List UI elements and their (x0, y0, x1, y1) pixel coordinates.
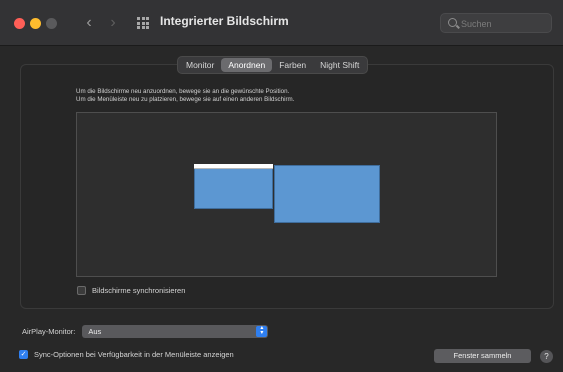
arrange-instructions: Um die Bildschirme neu anzuordnen, beweg… (76, 88, 294, 104)
mirror-displays-row: Bildschirme synchronisieren (77, 286, 185, 295)
airplay-row: AirPlay-Monitor: Aus ▴ ▾ (22, 325, 269, 338)
sync-options-label: Sync-Optionen bei Verfügbarkeit in der M… (34, 350, 234, 359)
tab-farben[interactable]: Farben (272, 58, 313, 72)
search-icon (448, 18, 457, 27)
menu-bar-handle[interactable] (194, 164, 273, 169)
arrange-hint-line-1: Um die Bildschirme neu anzuordnen, beweg… (76, 88, 290, 95)
chevron-updown-icon: ▴ ▾ (256, 325, 268, 337)
help-button[interactable]: ? (540, 350, 553, 363)
close-window-button[interactable] (14, 18, 25, 29)
airplay-label: AirPlay-Monitor: (22, 327, 76, 336)
minimize-window-button[interactable] (30, 18, 41, 29)
back-arrow-icon[interactable]: ‹ (80, 14, 98, 32)
forward-arrow-icon[interactable]: › (104, 14, 122, 32)
arrange-hint-line-2: Um die Menüleiste neu zu platzieren, bew… (76, 96, 295, 103)
show-all-grid-icon[interactable] (137, 17, 149, 29)
title-bar: ‹ › Integrierter Bildschirm (0, 0, 563, 46)
zoom-window-button[interactable] (46, 18, 57, 29)
tab-night-shift[interactable]: Night Shift (313, 58, 366, 72)
tab-monitor[interactable]: Monitor (179, 58, 221, 72)
airplay-select-value: Aus (88, 327, 102, 336)
display-arrangement-area (76, 112, 497, 277)
sync-options-row: ✓ Sync-Optionen bei Verfügbarkeit in der… (19, 350, 234, 359)
preferences-window: ‹ › Integrierter Bildschirm Monitor Anor… (0, 0, 563, 372)
tab-bar: Monitor Anordnen Farben Night Shift (177, 56, 369, 74)
external-display-thumbnail[interactable] (274, 165, 380, 223)
airplay-select[interactable]: Aus ▴ ▾ (82, 325, 269, 338)
tab-anordnen[interactable]: Anordnen (221, 58, 273, 72)
search-input[interactable] (461, 16, 547, 31)
mirror-displays-checkbox[interactable] (77, 286, 86, 295)
window-title: Integrierter Bildschirm (160, 14, 289, 28)
sync-options-checkbox[interactable]: ✓ (19, 350, 28, 359)
gather-windows-button[interactable]: Fenster sammeln (434, 349, 531, 363)
builtin-display-thumbnail[interactable] (194, 164, 273, 209)
mirror-displays-label: Bildschirme synchronisieren (92, 286, 186, 295)
search-field[interactable] (440, 13, 552, 33)
